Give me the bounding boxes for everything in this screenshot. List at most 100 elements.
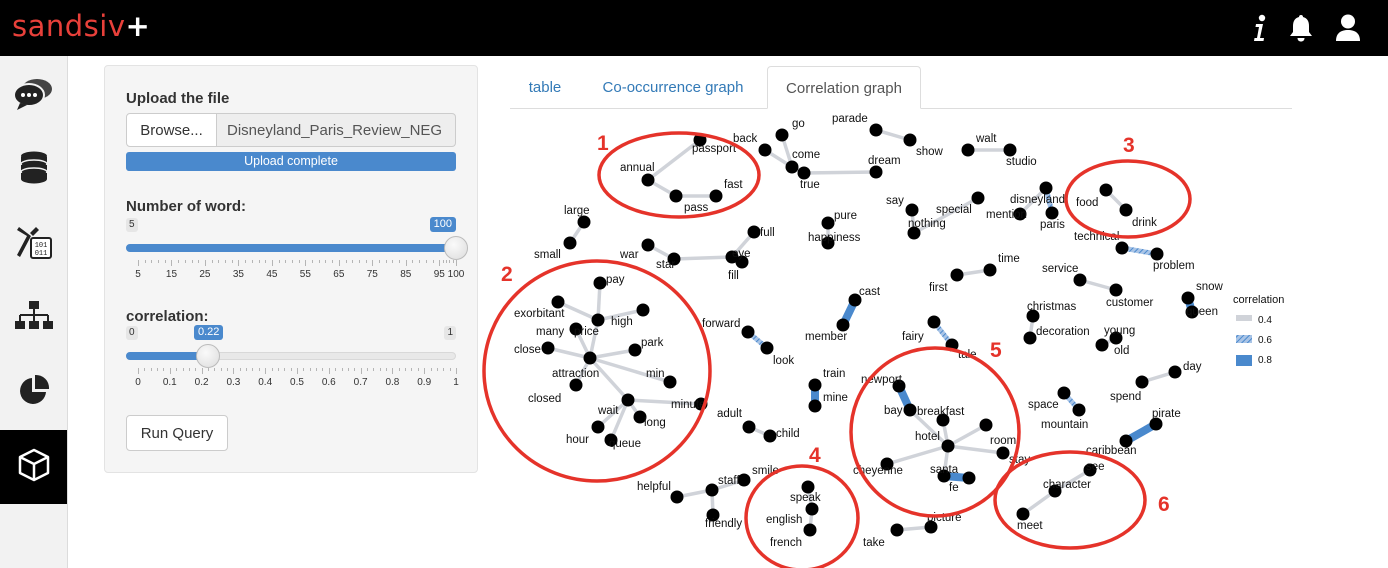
graph-node-label: wait xyxy=(597,405,619,417)
graph-node-back[interactable] xyxy=(758,143,772,157)
graph-node-hotel[interactable] xyxy=(941,439,955,453)
graph-node-large[interactable] xyxy=(577,215,591,229)
graph-node-label: full xyxy=(760,227,775,239)
graph-node-label: long xyxy=(644,417,666,429)
graph-node-disneyland[interactable] xyxy=(1039,181,1053,195)
graph-node-small[interactable] xyxy=(563,236,577,250)
graph-node-label: hour xyxy=(566,434,589,446)
graph-node-annual[interactable] xyxy=(641,173,655,187)
graph-node-train[interactable] xyxy=(808,378,822,392)
graph-node-hour[interactable] xyxy=(591,420,605,434)
graph-node-member[interactable] xyxy=(836,318,850,332)
graph-node-day[interactable] xyxy=(1168,365,1182,379)
graph-node-walt[interactable] xyxy=(961,143,975,157)
graph-node-label: nothing xyxy=(908,218,946,230)
graph-node-price[interactable] xyxy=(591,313,605,327)
graph-node-wait[interactable] xyxy=(621,393,635,407)
graph-node-go[interactable] xyxy=(775,128,789,142)
graph-node-label: speak xyxy=(790,492,821,504)
graph-node-label: staff xyxy=(718,475,740,487)
graph-edge xyxy=(589,348,636,360)
graph-node-fe[interactable] xyxy=(962,471,976,485)
graph-node-pass[interactable] xyxy=(669,189,683,203)
graph-node-closed[interactable] xyxy=(569,378,583,392)
annotation-circle xyxy=(597,131,761,219)
graph-node-label: studio xyxy=(1006,156,1037,168)
graph-node-label: hotel xyxy=(915,431,940,443)
graph-node-full[interactable] xyxy=(747,225,761,239)
graph-node-helpful[interactable] xyxy=(670,490,684,504)
graph-node-mine[interactable] xyxy=(808,399,822,413)
graph-node-snow[interactable] xyxy=(1181,291,1195,305)
graph-node-label: price xyxy=(574,326,599,338)
graph-node-min[interactable] xyxy=(663,375,677,389)
graph-node-studio[interactable] xyxy=(1003,143,1017,157)
graph-node-true[interactable] xyxy=(797,166,811,180)
graph-node-paris[interactable] xyxy=(1045,206,1059,220)
graph-node-customer[interactable] xyxy=(1109,283,1123,297)
graph-node-forward[interactable] xyxy=(741,325,755,339)
graph-node-space[interactable] xyxy=(1057,386,1071,400)
graph-node-child[interactable] xyxy=(763,429,777,443)
graph-node-come[interactable] xyxy=(785,160,799,174)
legend-swatch xyxy=(1236,315,1252,321)
graph-node-label: go xyxy=(792,118,805,130)
graph-node-spend[interactable] xyxy=(1135,375,1149,389)
graph-node-label: character xyxy=(1043,479,1091,491)
graph-node-label: exorbitant xyxy=(514,308,565,320)
graph-node-close[interactable] xyxy=(541,341,555,355)
graph-node-war[interactable] xyxy=(641,238,655,252)
graph-node-special[interactable] xyxy=(971,191,985,205)
graph-node-drink[interactable] xyxy=(1119,203,1133,217)
graph-node-exorbitant[interactable] xyxy=(551,295,565,309)
graph-node-label: annual xyxy=(620,162,655,174)
graph-node-service[interactable] xyxy=(1073,273,1087,287)
graph-node-pay[interactable] xyxy=(593,276,607,290)
graph-node-stay[interactable] xyxy=(996,446,1010,460)
graph-node-label: happiness xyxy=(808,232,861,244)
graph-node-english[interactable] xyxy=(805,502,819,516)
graph-node-mountain[interactable] xyxy=(1072,403,1086,417)
graph-node-old[interactable] xyxy=(1095,338,1109,352)
graph-node-meet[interactable] xyxy=(1016,507,1030,521)
graph-node-technical[interactable] xyxy=(1115,241,1129,255)
graph-node-high[interactable] xyxy=(636,303,650,317)
graph-node-french[interactable] xyxy=(803,523,817,537)
graph-node-label: meet xyxy=(1017,520,1043,532)
graph-node-look[interactable] xyxy=(760,341,774,355)
graph-node-show[interactable] xyxy=(903,133,917,147)
graph-node-park[interactable] xyxy=(628,343,642,357)
graph-node-take[interactable] xyxy=(890,523,904,537)
graph-node-label: many xyxy=(536,326,564,338)
graph-node-fast[interactable] xyxy=(709,189,723,203)
graph-node-label: say xyxy=(886,195,904,207)
annotation-number: 5 xyxy=(990,339,1002,362)
graph-node-label: pirate xyxy=(1152,408,1181,420)
graph-node-attraction[interactable] xyxy=(583,351,597,365)
graph-node-staff[interactable] xyxy=(705,483,719,497)
legend-title: correlation xyxy=(1233,294,1284,306)
graph-node-parade[interactable] xyxy=(869,123,883,137)
graph-node-decoration[interactable] xyxy=(1023,331,1037,345)
graph-node-bay[interactable] xyxy=(903,403,917,417)
correlation-graph: passport annual fast pass back go come true para… xyxy=(482,113,1284,568)
graph-node-label: train xyxy=(823,368,845,380)
legend-label: 0.8 xyxy=(1258,355,1272,366)
graph-edge xyxy=(947,444,1004,455)
graph-node-room[interactable] xyxy=(979,418,993,432)
graph-node-adult[interactable] xyxy=(742,420,756,434)
graph-node-fairy[interactable] xyxy=(927,315,941,329)
graph-node-food[interactable] xyxy=(1099,183,1113,197)
graph-node-problem[interactable] xyxy=(1150,247,1164,261)
graph-node-label: special xyxy=(936,204,972,216)
graph-node-say[interactable] xyxy=(905,203,919,217)
legend-swatch xyxy=(1236,335,1252,343)
graph-node-label: fast xyxy=(724,179,743,191)
graph-node-label: min xyxy=(646,368,665,380)
graph-node-label: park xyxy=(641,337,664,349)
graph-node-dream[interactable] xyxy=(869,165,883,179)
graph-node-pure[interactable] xyxy=(821,216,835,230)
graph-node-time[interactable] xyxy=(983,263,997,277)
graph-node-label: young xyxy=(1104,325,1135,337)
graph-node-first[interactable] xyxy=(950,268,964,282)
